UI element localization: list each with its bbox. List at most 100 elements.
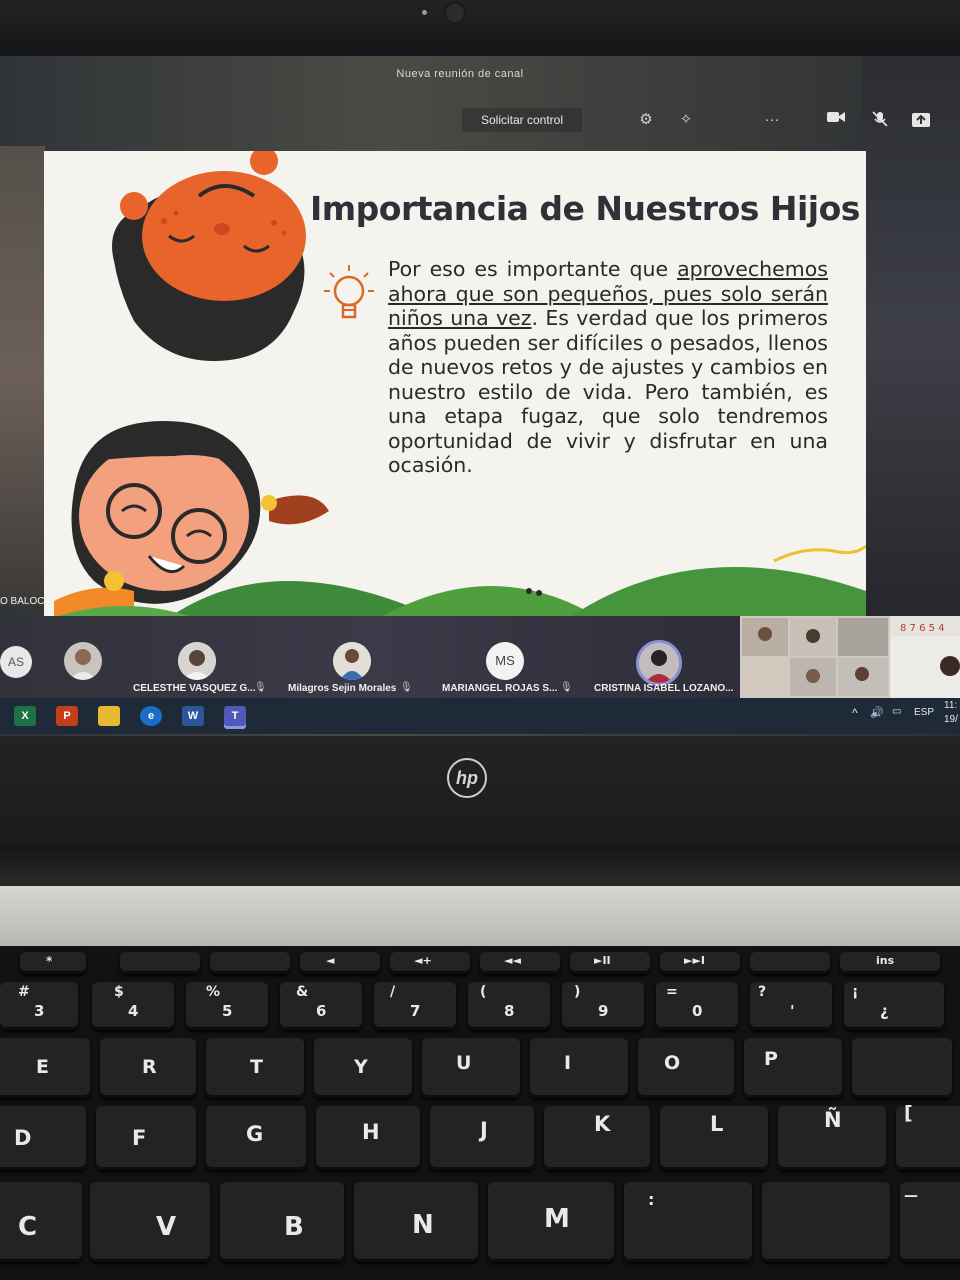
key-4[interactable]: $4 bbox=[92, 982, 174, 1030]
word-icon[interactable]: W bbox=[182, 706, 204, 726]
slide-paragraph-2: Es verdad que los primeros años pueden s… bbox=[388, 306, 828, 477]
key-5[interactable]: % 5 bbox=[186, 982, 268, 1030]
key-insert[interactable]: ins bbox=[840, 952, 940, 974]
slide-period: . bbox=[531, 306, 539, 330]
key-fn-7[interactable]: ►II bbox=[570, 952, 650, 974]
key-g[interactable]: G bbox=[206, 1106, 306, 1170]
participant-avatar-as[interactable]: AS bbox=[0, 646, 32, 678]
key-n[interactable]: N bbox=[354, 1182, 478, 1262]
key-k[interactable]: K bbox=[544, 1106, 650, 1170]
participant-avatar-cristina[interactable] bbox=[636, 640, 682, 686]
participant-name-milagros: Milagros Sejin Morales bbox=[288, 683, 397, 694]
child-illustration-top bbox=[112, 151, 306, 361]
participant-video-grid[interactable] bbox=[740, 616, 890, 698]
mic-muted-icon[interactable] bbox=[870, 110, 890, 130]
request-control-button[interactable]: Solicitar control bbox=[462, 108, 582, 132]
key-fn-3[interactable] bbox=[210, 952, 290, 974]
tray-chevron-icon[interactable]: ^ bbox=[852, 706, 858, 720]
key-d[interactable]: D bbox=[0, 1106, 86, 1170]
key-r[interactable]: R bbox=[100, 1038, 196, 1098]
key-6[interactable]: & 6 bbox=[280, 982, 362, 1030]
meeting-title: Nueva reunión de canal bbox=[396, 68, 524, 80]
key-f[interactable]: F bbox=[96, 1106, 196, 1170]
key-o[interactable]: O bbox=[638, 1038, 734, 1098]
key-fn-4[interactable]: ◄ bbox=[300, 952, 380, 974]
key-fn-5[interactable]: ◄+ bbox=[390, 952, 470, 974]
key-fn-8[interactable]: ►►I bbox=[660, 952, 740, 974]
key-j[interactable]: J bbox=[430, 1106, 534, 1170]
key-fn-1[interactable]: * bbox=[20, 952, 86, 974]
battery-icon[interactable]: ▭ bbox=[892, 706, 901, 717]
key-u[interactable]: U bbox=[422, 1038, 520, 1098]
participant-avatar-milagros[interactable] bbox=[333, 642, 371, 680]
key-p[interactable]: P bbox=[744, 1038, 842, 1098]
key-3[interactable]: #3 bbox=[0, 982, 78, 1030]
presentation-slide: Importancia de Nuestros Hijos Por eso es… bbox=[44, 151, 866, 621]
clock-time[interactable]: 11: bbox=[944, 700, 957, 711]
key-row2-end[interactable] bbox=[852, 1038, 952, 1098]
key-dash[interactable]: — bbox=[900, 1182, 960, 1262]
participant-avatar-2[interactable] bbox=[64, 642, 102, 680]
laptop-hinge bbox=[0, 846, 960, 886]
clock-date[interactable]: 19/ bbox=[944, 714, 958, 725]
participant-avatar-ms[interactable]: MS bbox=[486, 642, 524, 680]
key-fn-6[interactable]: ◄◄ bbox=[480, 952, 560, 974]
volume-icon[interactable]: 🔊 bbox=[870, 706, 884, 719]
share-screen-icon[interactable] bbox=[912, 113, 930, 127]
slide-title: Importancia de Nuestros Hijos bbox=[310, 189, 860, 228]
key-inverted-question[interactable]: ¡ ¿ bbox=[844, 982, 944, 1030]
slide-paragraph-1: Por eso es importante que bbox=[388, 257, 669, 281]
hp-logo: hp bbox=[447, 758, 487, 798]
key-8[interactable]: (8 bbox=[468, 982, 550, 1030]
keyboard: * ◄ ◄+ ◄◄ ►II ►►I ins #3 $4 % 5 & 6 /7 (8 … bbox=[0, 946, 960, 1280]
file-explorer-icon[interactable] bbox=[98, 706, 120, 726]
teams-icon[interactable]: T bbox=[224, 706, 246, 726]
participant-video-background bbox=[862, 56, 960, 616]
left-video-background bbox=[0, 146, 45, 606]
webcam bbox=[446, 4, 464, 22]
key-i[interactable]: I bbox=[530, 1038, 628, 1098]
lightbulb-icon bbox=[324, 265, 374, 319]
key-n-tilde[interactable]: Ñ bbox=[778, 1106, 886, 1170]
key-7[interactable]: /7 bbox=[374, 982, 456, 1030]
participant-name-celesthe: CELESTHE VASQUEZ G... bbox=[133, 683, 256, 694]
key-y[interactable]: Y bbox=[314, 1038, 412, 1098]
laptop-base-edge bbox=[0, 886, 960, 946]
key-bracket[interactable]: [ bbox=[896, 1102, 960, 1170]
mic-muted-icon: 🎙 bbox=[254, 682, 267, 693]
participant-video-side[interactable]: 8 7 6 5 4 bbox=[890, 616, 960, 698]
participant-avatar-celesthe[interactable] bbox=[178, 642, 216, 680]
key-l[interactable]: L bbox=[660, 1106, 768, 1170]
edge-icon[interactable]: e bbox=[140, 706, 162, 726]
key-e[interactable]: E bbox=[0, 1038, 90, 1098]
key-v[interactable]: V bbox=[90, 1182, 210, 1262]
powerpoint-icon[interactable]: P bbox=[56, 706, 78, 726]
key-apostrophe[interactable]: ? ' bbox=[750, 982, 832, 1030]
mic-muted-icon: 🎙 bbox=[560, 682, 573, 693]
key-b[interactable]: B bbox=[220, 1182, 344, 1262]
key-period[interactable] bbox=[762, 1182, 890, 1262]
key-fn-2[interactable] bbox=[120, 952, 200, 974]
participant-name-mariangel: MARIANGEL ROJAS S... bbox=[442, 683, 558, 694]
key-t[interactable]: T bbox=[206, 1038, 304, 1098]
key-m[interactable]: M bbox=[488, 1182, 614, 1262]
language-indicator[interactable]: ESP bbox=[914, 707, 934, 718]
key-fn-9[interactable] bbox=[750, 952, 830, 974]
key-c[interactable]: C bbox=[0, 1182, 82, 1262]
key-comma[interactable]: : bbox=[624, 1182, 752, 1262]
camera-icon[interactable] bbox=[826, 110, 846, 130]
slide-body-text: Por eso es importante que aprovechemos a… bbox=[388, 257, 828, 478]
laptop-screen: Nueva reunión de canal Solicitar control… bbox=[0, 56, 960, 736]
svg-text:8 7 6 5 4: 8 7 6 5 4 bbox=[900, 623, 945, 634]
green-hills-decoration bbox=[44, 544, 866, 621]
camera-led bbox=[422, 10, 427, 15]
reaction-icon[interactable]: ✧ bbox=[676, 110, 696, 130]
key-9[interactable]: ) 9 bbox=[562, 982, 644, 1030]
key-0[interactable]: = 0 bbox=[656, 982, 738, 1030]
laptop-top-bezel bbox=[0, 0, 960, 60]
more-icon[interactable]: ··· bbox=[762, 110, 782, 130]
excel-icon[interactable]: X bbox=[14, 706, 36, 726]
key-h[interactable]: H bbox=[316, 1106, 420, 1170]
settings-icon[interactable]: ⚙ bbox=[636, 110, 656, 130]
left-camera-label: O BALOCO bbox=[0, 596, 53, 607]
